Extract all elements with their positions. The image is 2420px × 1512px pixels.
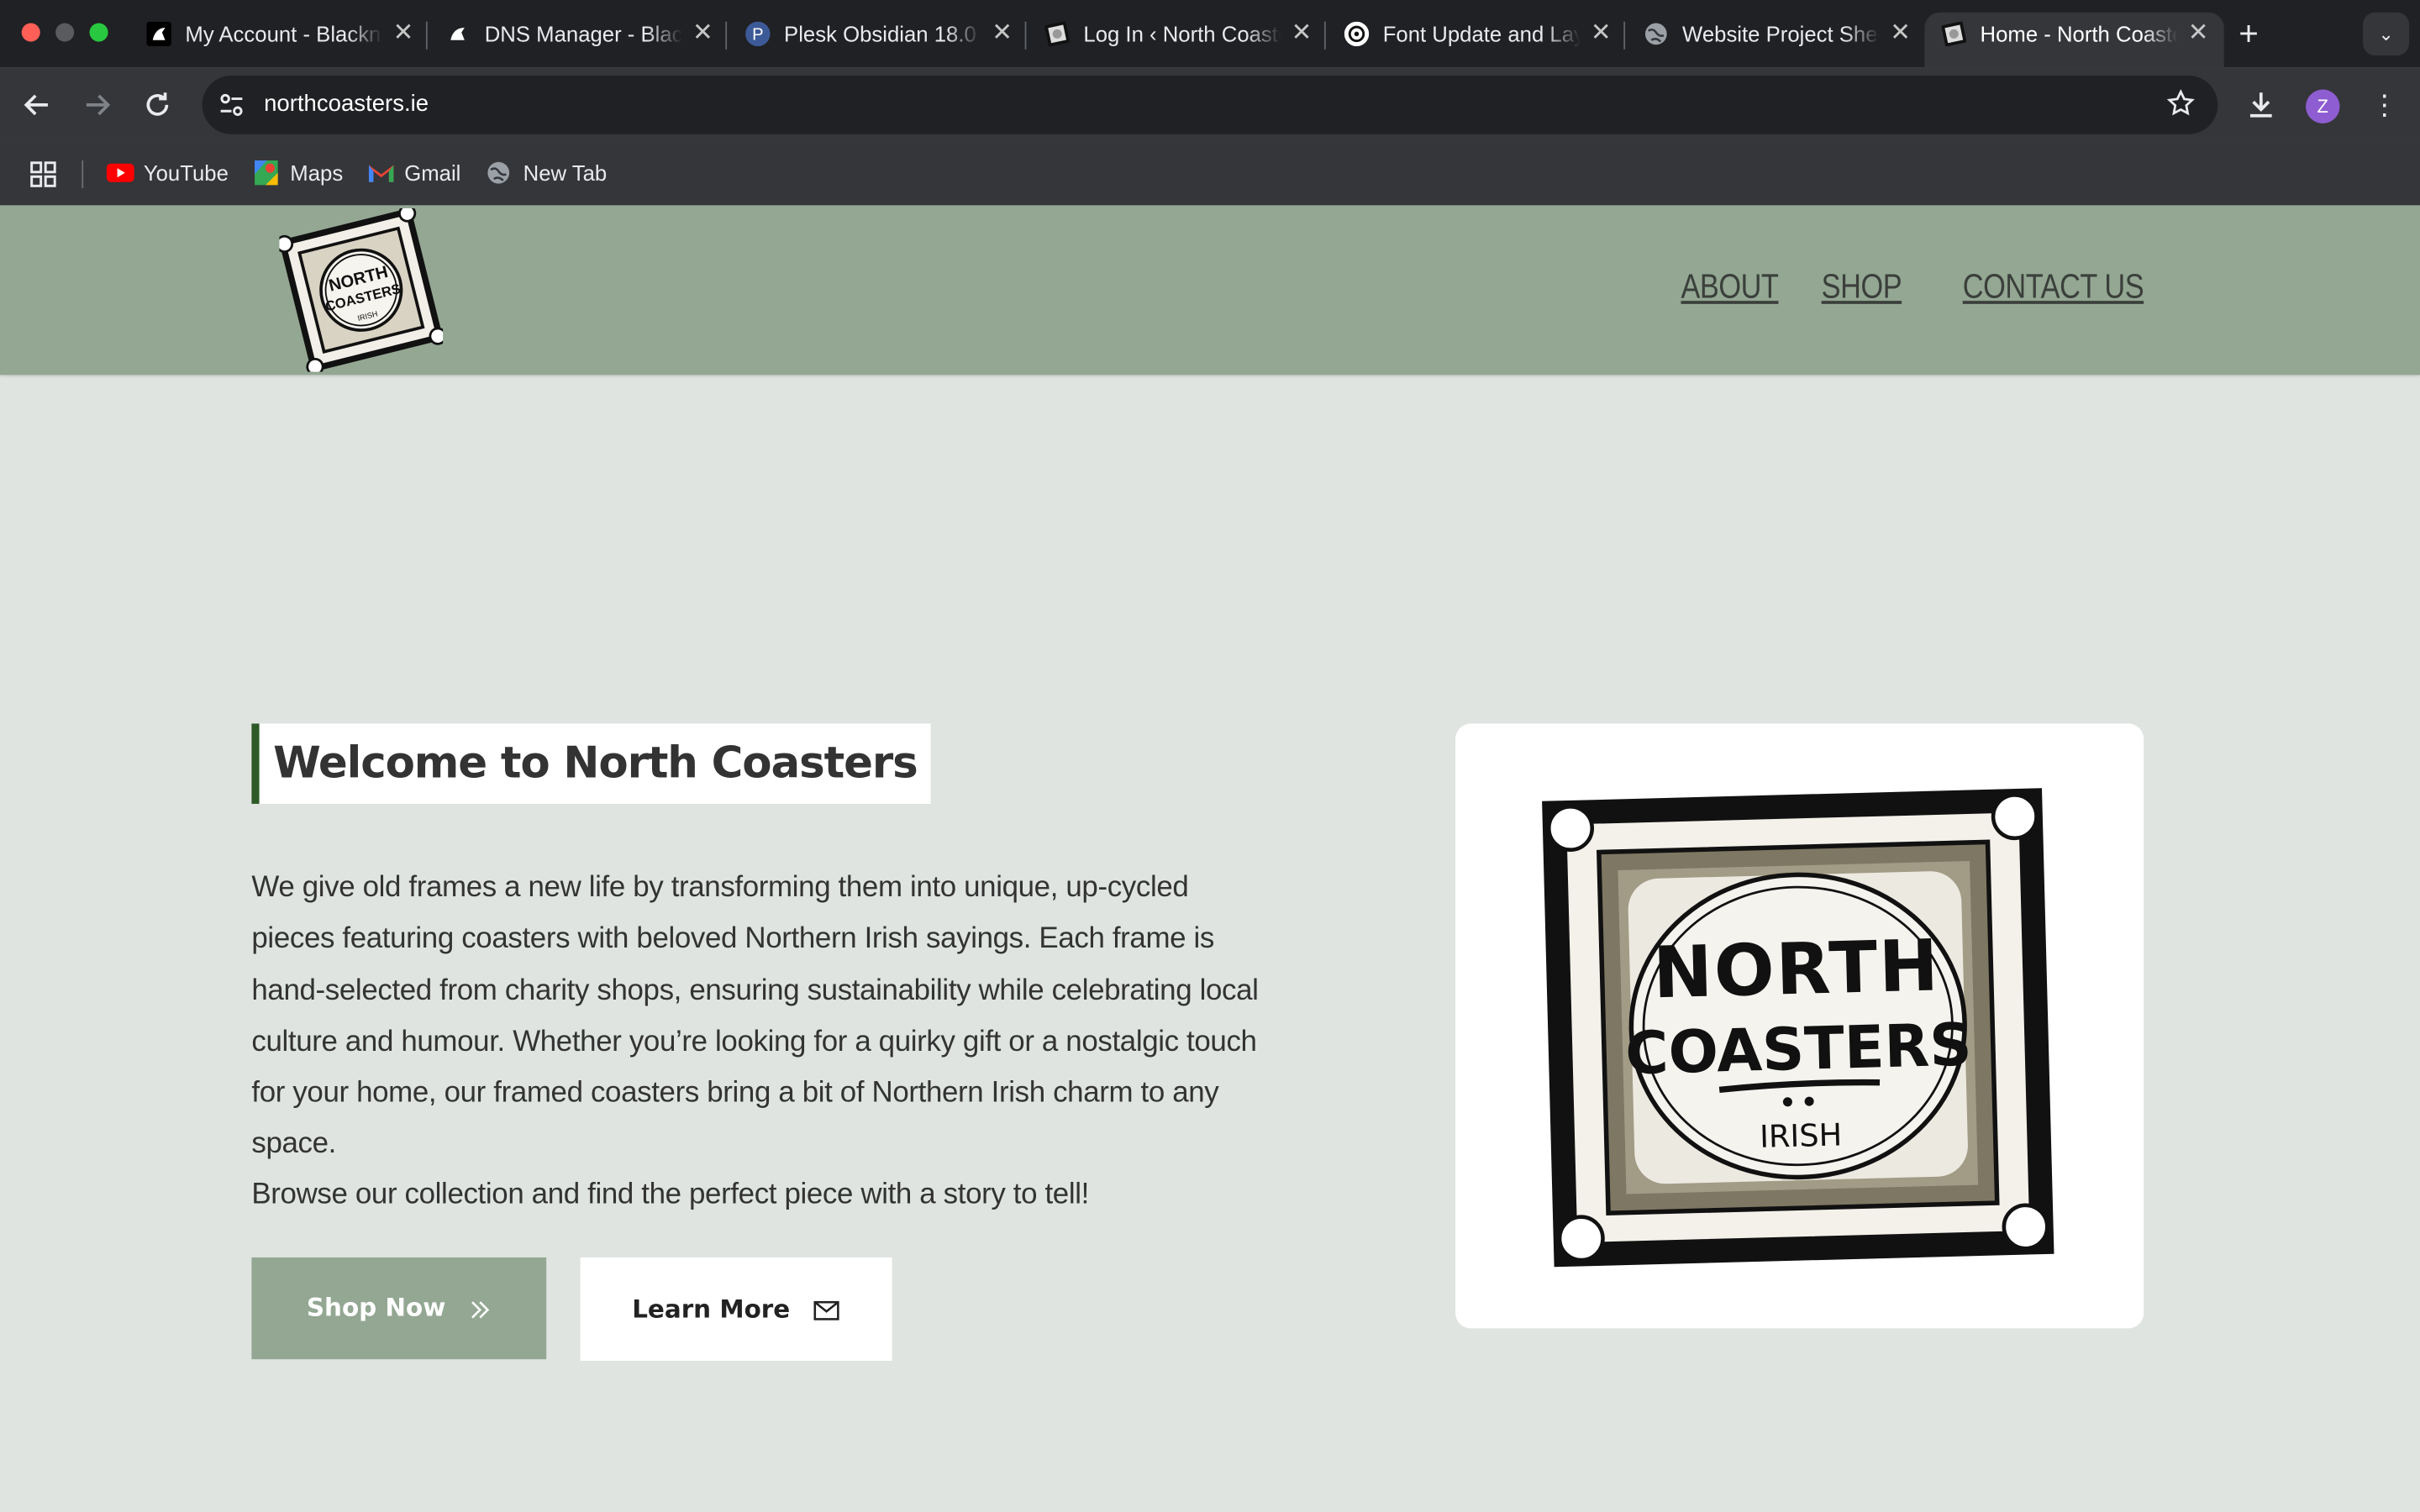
tab-title: Home - North Coasters <box>1980 21 2178 47</box>
tab-separator <box>1623 21 1626 50</box>
logo-word-coasters: COASTERS <box>1624 1011 1972 1088</box>
site-favicon <box>1044 21 1070 47</box>
bookmark-maps[interactable]: Maps <box>253 142 343 205</box>
svg-text:P: P <box>752 26 763 45</box>
close-window-button[interactable] <box>21 23 40 42</box>
logo-word-north: NORTH <box>1652 924 1941 1014</box>
hero-image-card: NORTH COASTERS IRISH <box>1455 723 2144 1329</box>
browser-menu-icon[interactable]: ⋮ <box>2370 87 2398 123</box>
fullscreen-window-button[interactable] <box>89 23 108 42</box>
close-tab-icon[interactable]: ✕ <box>692 13 713 55</box>
site-favicon <box>1941 21 1966 47</box>
bookmarks-bar: YouTube Maps Gmail New Tab <box>0 141 2420 207</box>
arrow-left-icon <box>24 94 48 116</box>
learn-more-label: Learn More <box>632 1294 791 1324</box>
double-chevron-right-icon <box>471 1300 490 1318</box>
blacknight-icon <box>146 21 171 47</box>
site-header: NORTH COASTERS IRISH ABOUT SHOP CONTACT US <box>0 205 2420 375</box>
page-title: Welcome to North Coasters <box>273 737 918 789</box>
globe-icon <box>1644 23 1667 45</box>
tab-separator <box>1323 21 1326 50</box>
browse-paragraph: Browse our collection and find the perfe… <box>251 1179 1089 1211</box>
envelope-icon <box>814 1300 840 1320</box>
close-tab-icon[interactable]: ✕ <box>1890 13 1911 55</box>
welcome-heading-box: Welcome to North Coasters <box>251 723 932 804</box>
intro-paragraph: We give old frames a new life by transfo… <box>251 871 1259 1162</box>
main-navigation: ABOUT SHOP CONTACT US <box>1634 267 2144 307</box>
bookmark-youtube[interactable]: YouTube <box>106 142 229 205</box>
close-tab-icon[interactable]: ✕ <box>1591 13 1612 55</box>
bookmark-label: YouTube <box>143 160 229 186</box>
tab-dns-manager[interactable]: DNS Manager - Blacknight ✕ <box>429 13 729 68</box>
logo-word-irish: IRISH <box>1760 1116 1843 1155</box>
profile-avatar[interactable]: Z <box>2306 89 2340 123</box>
tab-title: DNS Manager - Blacknight <box>484 21 682 47</box>
plesk-icon: P <box>745 21 771 47</box>
globe-icon <box>487 161 510 184</box>
back-button[interactable] <box>18 87 55 123</box>
tab-separator <box>725 21 728 50</box>
tab-title: Website Project Sheet <box>1682 21 1881 47</box>
tab-title: Font Update and Layout <box>1382 21 1581 47</box>
tab-plesk[interactable]: P Plesk Obsidian 18.0 ✕ <box>729 13 1028 68</box>
apps-grid-icon[interactable] <box>29 160 57 188</box>
bookmark-new-tab[interactable]: New Tab <box>487 142 608 205</box>
forward-button[interactable] <box>79 87 116 123</box>
tab-separator <box>425 21 428 50</box>
shop-now-button[interactable]: Shop Now <box>251 1257 547 1360</box>
close-tab-icon[interactable]: ✕ <box>2188 13 2209 55</box>
nav-about[interactable]: ABOUT <box>1681 267 1778 307</box>
bookmark-gmail[interactable]: Gmail <box>367 142 460 205</box>
tab-home-north-coasters[interactable]: Home - North Coasters ✕ <box>1924 12 2224 68</box>
url-text[interactable]: northcoasters.ie <box>264 76 429 134</box>
tab-login[interactable]: Log In ‹ North Coasters ✕ <box>1028 13 1327 68</box>
browser-tab-strip: My Account - Blacknight ✕ DNS Manager - … <box>0 0 2420 68</box>
site-info-icon[interactable] <box>218 91 245 118</box>
close-tab-icon[interactable]: ✕ <box>393 13 414 55</box>
tab-title: Log In ‹ North Coasters <box>1083 21 1281 47</box>
arrow-right-icon <box>86 94 111 116</box>
address-bar[interactable]: northcoasters.ie <box>202 76 2218 134</box>
minimize-window-button[interactable] <box>55 23 75 42</box>
tab-title: Plesk Obsidian 18.0 <box>784 21 976 47</box>
youtube-icon <box>106 163 134 182</box>
bookmark-label: Gmail <box>404 160 461 186</box>
learn-more-button[interactable]: Learn More <box>580 1257 892 1361</box>
tab-website-project[interactable]: Website Project Sheet ✕ <box>1627 13 1926 68</box>
bookmark-star-icon[interactable] <box>2165 88 2196 119</box>
close-tab-icon[interactable]: ✕ <box>992 13 1013 55</box>
tab-title: My Account - Blacknight <box>185 21 382 47</box>
bookmark-label: New Tab <box>523 160 608 186</box>
close-tab-icon[interactable]: ✕ <box>1292 13 1313 55</box>
blacknight-icon <box>450 28 465 40</box>
tab-search-button[interactable]: ⌄ <box>2363 12 2410 56</box>
maps-icon <box>255 160 278 186</box>
new-tab-button[interactable]: + <box>2232 14 2265 55</box>
tab-font-update[interactable]: Font Update and Layout ✕ <box>1328 13 1627 68</box>
nav-contact-us[interactable]: CONTACT US <box>1963 267 2144 307</box>
openai-icon <box>1344 21 1370 47</box>
north-coasters-framed-logo-image: NORTH COASTERS IRISH <box>1542 788 2054 1268</box>
bookmark-separator <box>82 160 84 189</box>
shop-now-label: Shop Now <box>306 1293 446 1323</box>
reload-button[interactable] <box>139 87 176 123</box>
nav-shop[interactable]: SHOP <box>1821 267 1902 307</box>
tab-my-account[interactable]: My Account - Blacknight ✕ <box>129 13 429 68</box>
gmail-icon <box>368 165 394 182</box>
tab-separator <box>1024 21 1027 50</box>
browser-toolbar: northcoasters.ie Z ⋮ <box>0 67 2420 142</box>
north-coasters-logo[interactable]: NORTH COASTERS IRISH <box>279 207 444 372</box>
download-icon[interactable] <box>2243 87 2280 123</box>
reload-icon <box>146 92 169 116</box>
bookmark-label: Maps <box>290 160 344 186</box>
